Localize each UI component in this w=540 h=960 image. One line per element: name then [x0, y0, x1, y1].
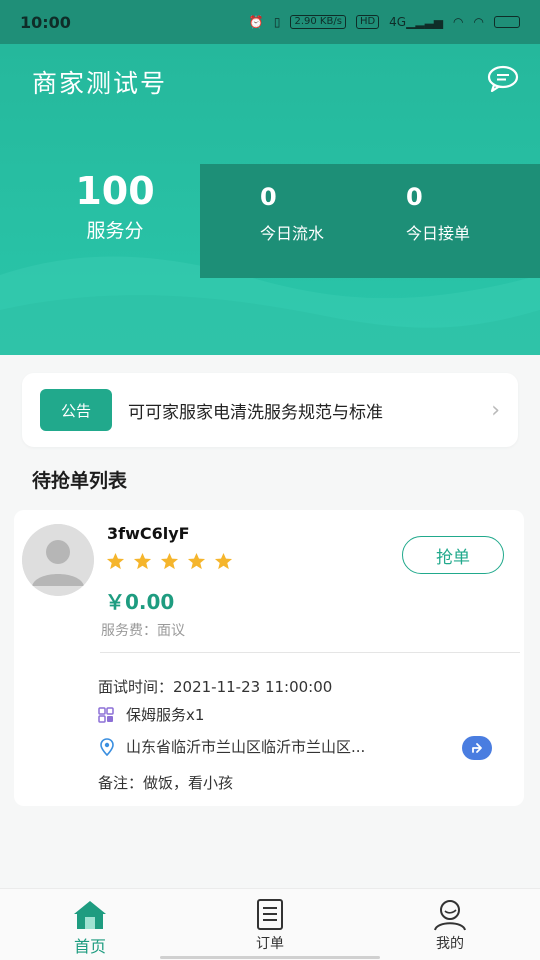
user-icon [434, 900, 466, 931]
4g-signal-icon: 4G▁▂▃▅ [389, 15, 444, 29]
hd-icon: HD [355, 15, 380, 29]
default-avatar-icon [22, 524, 94, 596]
nav-label: 订单 [256, 936, 284, 952]
location-pin-icon [100, 737, 114, 756]
stat-value: 0 [260, 183, 277, 211]
notice-bar[interactable]: 公告 可可家服家电清洗服务规范与标准 › [22, 373, 518, 447]
service-text: 保姆服务x1 [126, 706, 205, 724]
stat-label: 今日流水 [260, 224, 325, 243]
score-label: 服务分 [86, 220, 144, 242]
notice-text: 可可家服家电清洗服务规范与标准 [128, 402, 383, 423]
wifi-icon: ◠ [473, 15, 484, 29]
alarm-icon: ⏰ [248, 15, 264, 29]
order-code: 3fwC6lyF [107, 524, 190, 543]
score-value: 100 [75, 169, 155, 213]
vibrate-icon: ▯ [273, 15, 281, 29]
home-indicator [160, 956, 380, 959]
address-row: 山东省临沂市兰山区临沂市兰山区... [100, 736, 365, 757]
order-price: ￥0.00 [105, 590, 175, 614]
nav-item-orders[interactable]: 订单 [230, 899, 310, 953]
wifi-icon: ◠ [453, 15, 464, 29]
divider [100, 652, 520, 653]
star-icon [160, 552, 179, 570]
stat-today-revenue: 0 今日流水 [260, 182, 324, 244]
notice-tag: 公告 [40, 389, 112, 431]
home-icon [74, 901, 106, 929]
chevron-right-icon: › [491, 397, 500, 423]
status-time: 10:00 [20, 12, 71, 32]
battery-icon [494, 16, 520, 28]
order-list-icon [257, 899, 283, 930]
service-row: 保姆服务x1 [98, 704, 204, 725]
network-speed: 2.90 KB/s [290, 15, 346, 29]
grab-order-button[interactable]: 抢单 [402, 536, 504, 574]
section-title: 待抢单列表 [32, 470, 128, 492]
service-fee: 服务费：面议 [101, 623, 185, 639]
bottom-nav: 首页 订单 我的 [0, 888, 540, 960]
order-remark: 备注：做饭，看小孩 [98, 774, 234, 792]
navigate-arrow-icon [472, 743, 482, 753]
page-title: 商家测试号 [32, 69, 168, 98]
star-icon [106, 552, 125, 570]
stat-today-orders: 0 今日接单 [406, 182, 470, 244]
avatar [22, 524, 94, 596]
address-text: 山东省临沂市兰山区临沂市兰山区... [126, 738, 366, 756]
nav-item-home[interactable]: 首页 [50, 899, 130, 957]
status-icons: ⏰ ▯ 2.90 KB/s HD 4G▁▂▃▅ ◠ ◠ [249, 15, 520, 29]
interview-time: 面试时间：2021-11-23 11:00:00 [98, 678, 333, 696]
service-score: 100 服务分 [20, 168, 210, 243]
star-icon [133, 552, 152, 570]
header: 商家测试号 100 服务分 0 今日流水 0 今日接单 [0, 44, 540, 355]
nav-label: 首页 [73, 937, 106, 956]
nav-label: 我的 [436, 936, 464, 952]
chat-bubble-icon[interactable] [486, 64, 520, 92]
status-bar: 10:00 ⏰ ▯ 2.90 KB/s HD 4G▁▂▃▅ ◠ ◠ [0, 0, 540, 44]
navigate-button[interactable] [462, 736, 492, 760]
star-icon [187, 552, 206, 570]
stats-panel: 0 今日流水 0 今日接单 [200, 164, 540, 278]
rating-stars [106, 552, 233, 571]
order-card[interactable]: 3fwC6lyF 抢单 ￥0.00 服务费：面议 面试时间：2021-11-23… [14, 510, 524, 806]
stat-label: 今日接单 [406, 224, 471, 243]
stat-value: 0 [406, 183, 423, 211]
star-icon [214, 552, 233, 570]
grid-icon [98, 706, 114, 723]
nav-item-mine[interactable]: 我的 [410, 899, 490, 953]
